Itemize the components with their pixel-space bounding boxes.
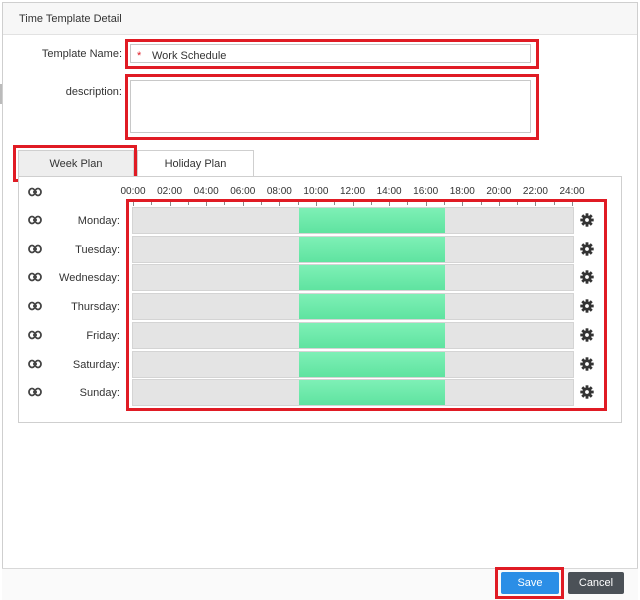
hour-label: 06:00 (230, 186, 256, 197)
day-label: Saturday: (72, 359, 120, 371)
tab-holiday-plan[interactable]: Holiday Plan (137, 150, 254, 177)
highlight-save-button (495, 567, 564, 599)
window-title: Time Template Detail (19, 13, 122, 25)
link-all-icon[interactable] (28, 187, 42, 197)
hour-label: 14:00 (376, 186, 402, 197)
hour-label: 22:00 (522, 186, 548, 197)
hour-label: 12:00 (339, 186, 366, 197)
description-label: description: (65, 86, 122, 98)
hour-label: 10:00 (303, 186, 329, 197)
template-name-label: Template Name: (41, 48, 122, 60)
left-strip (0, 84, 2, 104)
hour-label: 18:00 (449, 186, 475, 197)
highlight-timeline (126, 199, 607, 411)
cancel-button[interactable]: Cancel (568, 572, 624, 594)
hour-label: 08:00 (266, 186, 292, 197)
hour-label: 04:00 (193, 186, 219, 197)
title-bar: Time Template Detail (3, 3, 637, 35)
hour-label: 20:00 (486, 186, 512, 197)
day-label: Tuesday: (75, 244, 120, 256)
hour-label: 00:00 (120, 186, 146, 197)
hour-label: 02:00 (157, 186, 183, 197)
day-label: Monday: (77, 215, 120, 227)
day-label: Sunday: (79, 387, 120, 399)
hour-label: 16:00 (413, 186, 439, 197)
day-label: Friday: (86, 330, 120, 342)
highlight-template-name (125, 39, 539, 69)
highlight-description (125, 74, 539, 140)
day-label: Thursday: (71, 301, 120, 313)
hour-label: 24:00 (559, 186, 585, 197)
day-label: Wednesday: (59, 272, 120, 284)
